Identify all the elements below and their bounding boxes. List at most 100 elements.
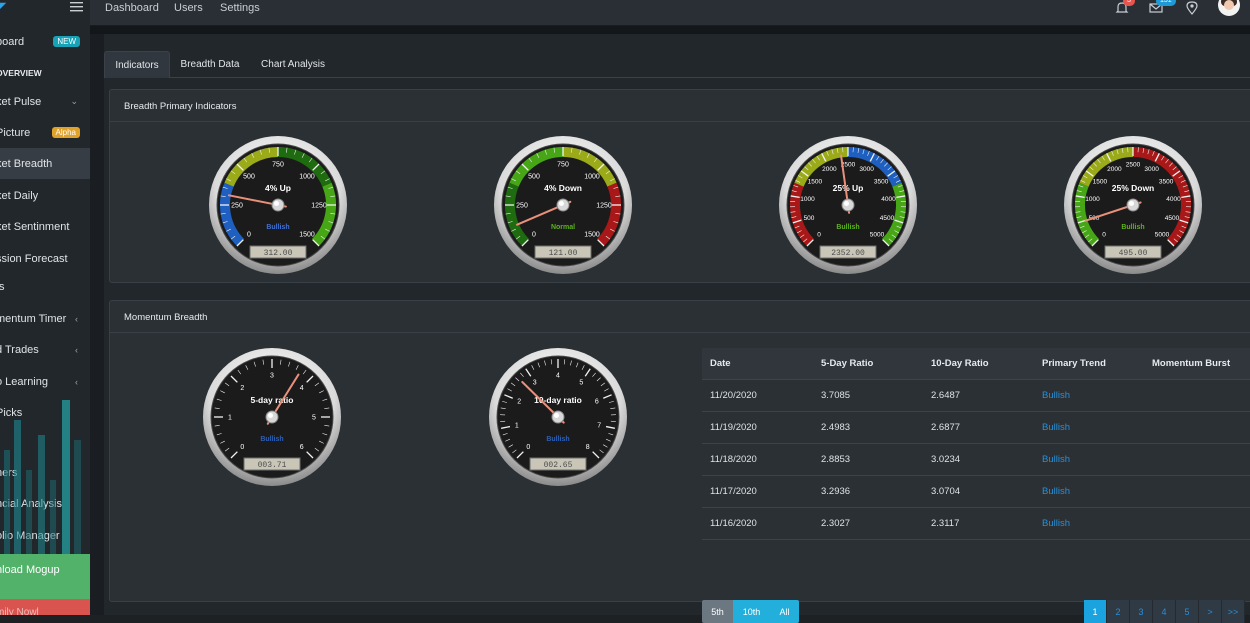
- gauge-tick-label: 1: [515, 423, 519, 430]
- gauge-tick-label: 2: [240, 385, 244, 392]
- sidebar-item[interactable]: boardNEW: [0, 26, 90, 57]
- sidebar-item[interactable]: ket Daily: [0, 180, 90, 211]
- cell-primary-trend[interactable]: Bullish: [1042, 486, 1070, 497]
- gauge-tick-label: 1250: [596, 203, 612, 210]
- column-header-burst[interactable]: Momentum Burst: [1152, 358, 1230, 369]
- gauge-tick-label: 0: [817, 231, 821, 238]
- cell-primary-trend[interactable]: Bullish: [1042, 518, 1070, 529]
- gauge-tick-label: 1250: [311, 203, 327, 210]
- sidebar-item-label: mentum Timer: [0, 313, 66, 325]
- cell-primary-trend[interactable]: Bullish: [1042, 454, 1070, 465]
- hamburger-menu-icon[interactable]: [70, 0, 84, 14]
- user-avatar[interactable]: [1218, 0, 1240, 16]
- gauge-tick-label: 5000: [1155, 231, 1170, 238]
- cell-date: 11/20/2020: [710, 390, 757, 401]
- gauge-tick-label: 0: [532, 231, 536, 238]
- nav-link-dashboard[interactable]: Dashboard: [105, 2, 159, 14]
- range-button-all[interactable]: All: [770, 600, 799, 623]
- tab-chart-analysis[interactable]: Chart Analysis: [250, 51, 336, 78]
- sidebar-bottom-button[interactable]: mily Nowl: [0, 599, 90, 615]
- chevron-icon: ⌄: [70, 96, 78, 107]
- sidebar-item-label: ket Daily: [0, 190, 38, 202]
- gauge-tick-label: 3500: [874, 178, 889, 185]
- gauge-tick-label: 6: [300, 444, 304, 451]
- card-title: Momentum Breadth: [124, 312, 207, 323]
- gauge-tick-label: 500: [804, 215, 815, 222]
- tab-bar: Indicators Breadth Data Chart Analysis: [104, 51, 1250, 78]
- card-title: Breadth Primary Indicators: [124, 101, 236, 112]
- gauge: 02505007501000125015004% UpBullish312.00: [208, 135, 348, 275]
- pagination-button[interactable]: 1: [1084, 600, 1107, 623]
- cell-primary-trend[interactable]: Bullish: [1042, 390, 1070, 401]
- sidebar-item-label: ts: [0, 281, 5, 293]
- gauge: 01234567810-day ratioBullish002.65: [488, 347, 628, 487]
- sidebar-item[interactable]: ket Breadth: [0, 148, 90, 179]
- sidebar-item[interactable]: mentum Timer‹: [0, 303, 90, 334]
- sidebar-item[interactable]: Picture Alpha: [0, 117, 90, 148]
- pagination-button[interactable]: 3: [1130, 600, 1153, 623]
- table-row: 11/17/20203.29363.0704Bullish: [702, 476, 1250, 508]
- gauge-title: 4% Up: [265, 183, 291, 193]
- pagination-button[interactable]: >>: [1222, 600, 1245, 623]
- download-mogup-button[interactable]: nload Mogup: [0, 554, 90, 599]
- gauge-tick-label: 1: [228, 415, 232, 422]
- gauge-status: Normal: [551, 224, 575, 231]
- range-button-10th[interactable]: 10th: [733, 600, 770, 623]
- breadth-primary-card: Breadth Primary Indicators 0250500750100…: [109, 89, 1250, 283]
- gauge-tick-label: 4500: [880, 215, 895, 222]
- sidebar-item[interactable]: d Trades‹: [0, 334, 90, 365]
- nav-link-users[interactable]: Users: [174, 2, 203, 14]
- cell-primary-trend[interactable]: Bullish: [1042, 422, 1070, 433]
- nav-link-settings[interactable]: Settings: [220, 2, 260, 14]
- column-header-date[interactable]: Date: [710, 358, 731, 369]
- gauge-value: 2352.00: [831, 249, 865, 258]
- gauge-tick-label: 0: [247, 231, 251, 238]
- sidebar-item-label: ket Pulse: [0, 96, 41, 108]
- sidebar-background-chart: [0, 380, 90, 555]
- tab-breadth-data[interactable]: Breadth Data: [170, 51, 250, 78]
- location-pin-icon[interactable]: [1184, 0, 1200, 16]
- table-header: Date 5-Day Ratio 10-Day Ratio Primary Tr…: [702, 348, 1250, 380]
- mail-badge: 151: [1156, 0, 1176, 6]
- pagination-button[interactable]: 2: [1107, 600, 1130, 623]
- gauge-tick-label: 250: [231, 203, 243, 210]
- main-content: Indicators Breadth Data Chart Analysis B…: [104, 34, 1250, 615]
- sidebar-item[interactable]: ket Pulse ⌄: [0, 86, 90, 117]
- column-header-trend[interactable]: Primary Trend: [1042, 358, 1106, 369]
- column-header-5day[interactable]: 5-Day Ratio: [821, 358, 873, 369]
- gauge-title: 5-day ratio: [251, 395, 294, 405]
- chevron-icon: ‹: [75, 345, 78, 355]
- gauge-tick-label: 8: [586, 444, 590, 451]
- sidebar-item[interactable]: ket Sentinment: [0, 211, 90, 242]
- pagination-button[interactable]: >: [1199, 600, 1222, 623]
- gauge-tick-label: 1500: [299, 231, 315, 238]
- column-header-10day[interactable]: 10-Day Ratio: [931, 358, 989, 369]
- gauge-title: 25% Down: [1112, 183, 1155, 193]
- gauge-tick-label: 4000: [881, 196, 896, 203]
- sidebar-item-label: ket Breadth: [0, 158, 52, 170]
- sidebar-badge: Alpha: [52, 127, 80, 138]
- sidebar-item[interactable]: ssion Forecast: [0, 243, 90, 274]
- table-row: 11/16/20202.30272.3117Bullish: [702, 508, 1250, 540]
- cell-date: 11/19/2020: [710, 422, 757, 433]
- bird-logo-icon: ◤: [0, 0, 18, 16]
- bell-badge: 3: [1123, 0, 1135, 6]
- table-row: 11/18/20202.88533.0234Bullish: [702, 444, 1250, 476]
- sidebar-item-label: ket Sentinment: [0, 221, 69, 233]
- sidebar-item[interactable]: ts: [0, 271, 90, 302]
- sidebar-item-label: Picture: [0, 127, 30, 139]
- gauge-tick-label: 3500: [1159, 178, 1174, 185]
- header-divider: [90, 26, 1250, 34]
- cell-5day-ratio: 2.8853: [821, 454, 850, 465]
- sidebar-item-label: OVERVIEW: [0, 68, 42, 78]
- tab-indicators[interactable]: Indicators: [104, 51, 170, 78]
- top-navbar: Dashboard Users Settings 3 151: [90, 0, 1250, 26]
- pagination-button[interactable]: 5: [1176, 600, 1199, 623]
- range-button-5th[interactable]: 5th: [702, 600, 733, 623]
- gauge: 0500100015002000250030003500400045005000…: [778, 135, 918, 275]
- cell-date: 11/18/2020: [710, 454, 757, 465]
- pagination-button[interactable]: 4: [1153, 600, 1176, 623]
- gauge-tick-label: 3000: [1144, 166, 1159, 173]
- gauge-tick-label: 3: [533, 380, 537, 387]
- gauge-tick-label: 250: [516, 203, 528, 210]
